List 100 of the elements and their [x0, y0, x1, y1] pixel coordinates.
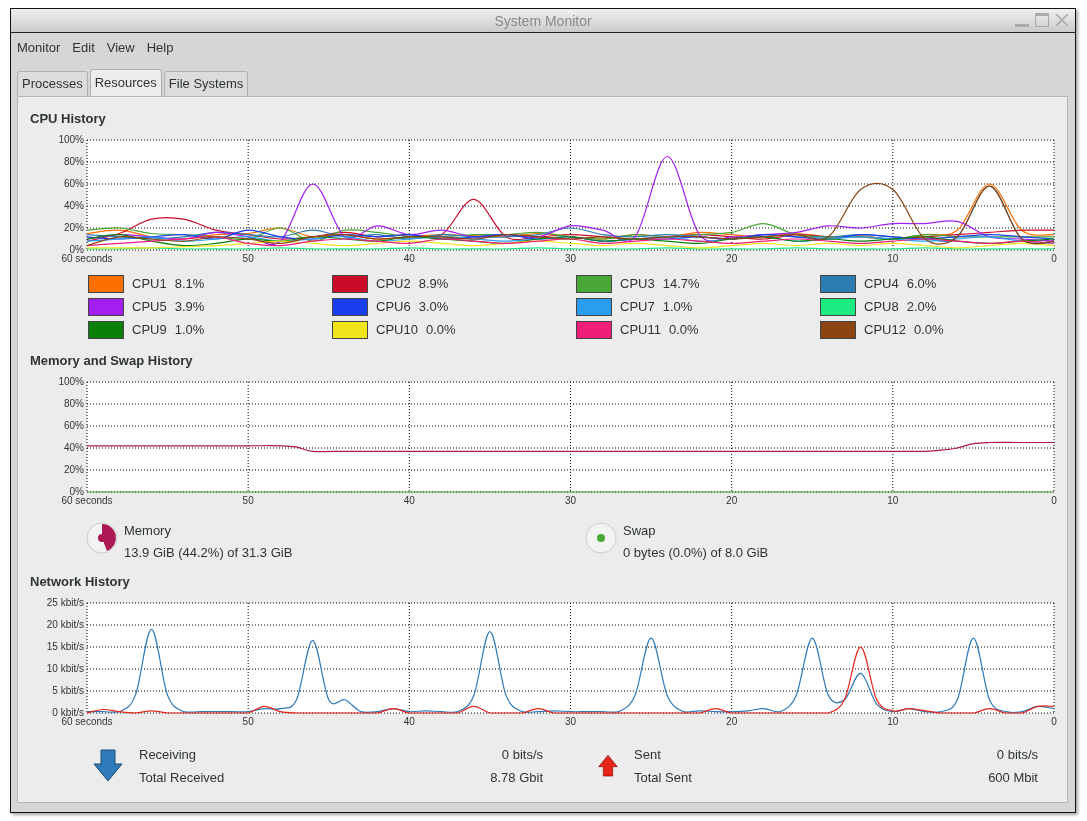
legend-value: 14.7%: [662, 276, 700, 291]
axis-label: 50: [242, 253, 254, 264]
axis-label: 30: [564, 253, 577, 264]
color-swatch[interactable]: [332, 297, 368, 316]
axis-label: 10: [887, 716, 899, 727]
legend-value: 13.9 GiB (44.2%) of 31.3 GiB: [124, 545, 293, 560]
tab[interactable]: Resources: [89, 69, 162, 97]
axis-label: 60 seconds: [61, 253, 113, 264]
legend-label: CPU11: [620, 322, 661, 337]
axis-label: 60 seconds: [61, 716, 113, 727]
axis-label: 0%: [69, 486, 84, 497]
legend-value: 1.0%: [662, 299, 693, 314]
axis-label: 20%: [64, 464, 84, 475]
section-title: Memory and Swap History: [29, 352, 194, 368]
menu-item[interactable]: View: [106, 38, 135, 57]
total-label: Total Sent: [634, 770, 693, 785]
rate-value: 0 bits/s: [500, 747, 543, 762]
legend-label: Sent: [634, 747, 662, 762]
legend-label: CPU9: [132, 322, 167, 337]
axis-label: 0: [1051, 495, 1057, 506]
pie-icon[interactable]: [86, 522, 118, 554]
color-swatch[interactable]: [88, 274, 124, 293]
legend-label: Memory: [124, 523, 172, 538]
window-title: System Monitor: [494, 12, 592, 29]
axis-label: 60 seconds: [61, 495, 113, 506]
color-swatch[interactable]: [88, 297, 124, 316]
color-swatch[interactable]: [820, 297, 856, 316]
axis-label: 10 kbit/s: [46, 663, 84, 674]
axis-label: 30: [564, 716, 577, 727]
section-title: Network History: [29, 573, 131, 589]
legend-value: 0.0%: [668, 322, 699, 337]
axis-label: 20: [726, 253, 738, 264]
legend-value: 0.0%: [913, 322, 944, 337]
axis-label: 15 kbit/s: [46, 641, 84, 652]
tab[interactable]: Processes: [17, 71, 88, 96]
total-label: Total Received: [139, 770, 226, 785]
legend-label: CPU1: [132, 276, 167, 291]
legend-value: 0 bytes (0.0%) of 8.0 GiB: [623, 545, 769, 560]
axis-label: 0: [1051, 716, 1057, 727]
axis-label: 40%: [64, 200, 84, 211]
axis-label: 10: [887, 253, 899, 264]
legend-value: 8.1%: [174, 276, 205, 291]
axis-label: 80%: [64, 156, 84, 167]
legend-label: CPU3: [620, 276, 655, 291]
total-value: 8.78 Gbit: [489, 770, 543, 785]
legend-value: 2.0%: [906, 299, 937, 314]
color-swatch[interactable]: [576, 297, 612, 316]
axis-label: 25 kbit/s: [46, 597, 84, 608]
legend-label: CPU7: [620, 299, 655, 314]
axis-label: 40%: [64, 442, 84, 453]
axis-label: 40: [403, 253, 415, 264]
menu-item[interactable]: Help: [146, 38, 174, 57]
axis-label: 40: [403, 495, 415, 506]
axis-label: 50: [242, 495, 254, 506]
axis-label: 0%: [69, 244, 84, 255]
axis-label: 100%: [58, 376, 84, 387]
color-swatch[interactable]: [820, 320, 856, 339]
legend-label: CPU5: [132, 299, 167, 314]
axis-label: 0 kbit/s: [52, 707, 84, 718]
axis-label: 10: [887, 495, 899, 506]
legend-value: 3.0%: [418, 299, 449, 314]
legend-value: 6.0%: [906, 276, 937, 291]
pie-icon[interactable]: [585, 522, 617, 554]
color-swatch[interactable]: [332, 320, 368, 339]
rate-value: 0 bits/s: [995, 747, 1038, 762]
menu-item[interactable]: Edit: [72, 38, 95, 57]
axis-label: 60%: [64, 420, 84, 431]
legend-label: CPU6: [376, 299, 411, 314]
legend-value: 3.9%: [174, 299, 205, 314]
legend-label: Receiving: [139, 747, 198, 762]
axis-label: 5 kbit/s: [52, 685, 84, 696]
color-swatch[interactable]: [88, 320, 124, 339]
axis-label: 20 kbit/s: [46, 619, 84, 630]
axis-label: 60%: [64, 178, 84, 189]
axis-label: 50: [242, 716, 254, 727]
axis-label: 20: [726, 495, 738, 506]
axis-label: 40: [403, 716, 415, 727]
total-value: 600 Mbit: [987, 770, 1038, 785]
color-swatch[interactable]: [332, 274, 368, 293]
legend-label: CPU12: [864, 322, 906, 337]
legend-value: 1.0%: [174, 322, 205, 337]
axis-label: 30: [564, 495, 577, 506]
axis-label: 100%: [58, 134, 84, 145]
legend-label: CPU10: [376, 322, 418, 337]
color-swatch[interactable]: [576, 274, 612, 293]
axis-label: 20%: [64, 222, 84, 233]
axis-label: 20: [726, 716, 738, 727]
axis-label: 80%: [64, 398, 84, 409]
color-swatch[interactable]: [820, 274, 856, 293]
color-swatch[interactable]: [576, 320, 612, 339]
legend-value: 8.9%: [418, 276, 449, 291]
section-title: CPU History: [29, 110, 107, 126]
legend-label: CPU8: [864, 299, 899, 314]
tab[interactable]: File Systems: [163, 71, 249, 96]
axis-label: 0: [1051, 253, 1057, 264]
legend-label: CPU2: [376, 276, 411, 291]
legend-label: Swap: [623, 523, 657, 538]
legend-value: 0.0%: [425, 322, 456, 337]
menu-item[interactable]: Monitor: [17, 38, 61, 57]
legend-label: CPU4: [864, 276, 899, 291]
